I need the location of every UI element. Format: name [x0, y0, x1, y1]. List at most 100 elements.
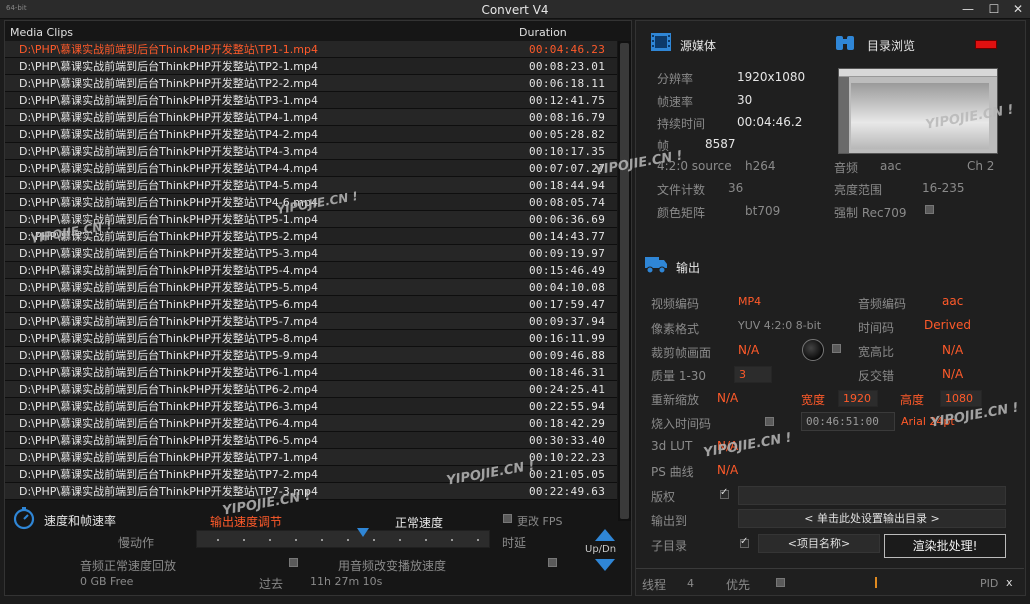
burn-timecode-field[interactable]: 00:46:51:00: [801, 412, 895, 431]
force-rec709-checkbox[interactable]: [925, 205, 934, 214]
lut-label: 3d LUT: [651, 439, 693, 453]
speed-slider-handle[interactable]: [357, 528, 369, 537]
slider-tick: [373, 539, 375, 541]
clip-duration: 00:08:16.79: [529, 111, 606, 124]
pid-close-button[interactable]: x: [1006, 576, 1013, 589]
clip-duration: 00:09:46.88: [529, 349, 606, 362]
clip-row[interactable]: D:\PHP\慕课实战前端到后台ThinkPHP开发整站\TP6-5.mp4 00…: [5, 432, 617, 449]
rescale-label: 重新缩放: [651, 393, 700, 407]
clip-row[interactable]: D:\PHP\慕课实战前端到后台ThinkPHP开发整站\TP5-3.mp4 00…: [5, 245, 617, 262]
output-video-codec[interactable]: MP4: [738, 295, 761, 308]
audio-pitch-label: 用音频改变播放速度: [338, 559, 447, 573]
output-directory-field[interactable]: < 单击此处设置输出目录 >: [738, 509, 1006, 528]
column-header-duration[interactable]: Duration: [519, 26, 567, 39]
clip-duration: 00:22:49.63: [529, 485, 606, 498]
clip-row[interactable]: D:\PHP\慕课实战前端到后台ThinkPHP开发整站\TP5-8.mp4 00…: [5, 330, 617, 347]
timecode-label: 时间码: [858, 321, 895, 335]
clip-list-scrollbar[interactable]: [618, 41, 631, 521]
fps-label: 帧速率: [657, 95, 694, 109]
clip-path: D:\PHP\慕课实战前端到后台ThinkPHP开发整站\TP3-1.mp4: [19, 94, 318, 107]
clip-row[interactable]: D:\PHP\慕课实战前端到后台ThinkPHP开发整站\TP5-4.mp4 00…: [5, 262, 617, 279]
minimize-button[interactable]: —: [958, 2, 978, 16]
clip-row[interactable]: D:\PHP\慕课实战前端到后台ThinkPHP开发整站\TP2-1.mp4 00…: [5, 58, 617, 75]
clip-row[interactable]: D:\PHP\慕课实战前端到后台ThinkPHP开发整站\TP4-3.mp4 00…: [5, 143, 617, 160]
aspect-ratio-value[interactable]: N/A: [942, 343, 963, 357]
clip-row[interactable]: D:\PHP\慕课实战前端到后台ThinkPHP开发整站\TP4-1.mp4 00…: [5, 109, 617, 126]
output-audio-codec[interactable]: aac: [942, 294, 963, 308]
clip-path: D:\PHP\慕课实战前端到后台ThinkPHP开发整站\TP4-4.mp4: [19, 162, 318, 175]
title-bar: 64-bit Convert V4 — ☐ ✕: [0, 0, 1030, 19]
change-fps-label: 更改 FPS: [517, 515, 563, 528]
priority-checkbox[interactable]: [776, 578, 785, 587]
subdirectory-checkbox[interactable]: [740, 536, 749, 548]
arrow-down-icon[interactable]: [594, 558, 616, 572]
pixel-format-label: 像素格式: [651, 322, 700, 336]
clip-row[interactable]: D:\PHP\慕课实战前端到后台ThinkPHP开发整站\TP4-2.mp4 00…: [5, 126, 617, 143]
audio-codec-value: aac: [880, 159, 902, 173]
output-to-label: 输出到: [651, 514, 688, 528]
clip-row[interactable]: D:\PHP\慕课实战前端到后台ThinkPHP开发整站\TP3-1.mp4 00…: [5, 92, 617, 109]
height-label: 高度: [900, 393, 925, 407]
clip-row[interactable]: D:\PHP\慕课实战前端到后台ThinkPHP开发整站\TP4-4.mp4 00…: [5, 160, 617, 177]
audio-pitch-checkbox[interactable]: [548, 558, 557, 567]
maximize-button[interactable]: ☐: [984, 2, 1004, 16]
clip-row[interactable]: D:\PHP\慕课实战前端到后台ThinkPHP开发整站\TP5-9.mp4 00…: [5, 347, 617, 364]
clip-row[interactable]: D:\PHP\慕课实战前端到后台ThinkPHP开发整站\TP7-3.mp4 00…: [5, 483, 617, 500]
clip-row[interactable]: D:\PHP\慕课实战前端到后台ThinkPHP开发整站\TP5-7.mp4 00…: [5, 313, 617, 330]
change-fps-checkbox[interactable]: [503, 514, 512, 523]
scrollbar-thumb[interactable]: [620, 43, 629, 519]
deinterlace-label: 反交错: [858, 369, 895, 383]
clip-row[interactable]: D:\PHP\慕课实战前端到后台ThinkPHP开发整站\TP5-6.mp4 00…: [5, 296, 617, 313]
stopwatch-icon: [13, 507, 35, 530]
crop-knob[interactable]: [802, 339, 824, 361]
file-count-label: 文件计数: [657, 183, 706, 197]
render-batch-button[interactable]: 渲染批处理!: [884, 534, 1006, 558]
clip-duration: 00:15:46.49: [529, 264, 606, 277]
truck-icon: [645, 257, 667, 274]
crop-checkbox[interactable]: [832, 344, 841, 353]
subdirectory-field[interactable]: <项目名称>: [758, 534, 880, 553]
close-button[interactable]: ✕: [1008, 2, 1028, 16]
deinterlace-value[interactable]: N/A: [942, 367, 963, 381]
rescale-value[interactable]: N/A: [717, 391, 738, 405]
audio-channels-value: Ch 2: [967, 159, 995, 173]
height-field[interactable]: 1080: [940, 390, 982, 407]
burn-timecode-checkbox[interactable]: [765, 417, 774, 426]
arrow-up-icon[interactable]: [594, 528, 616, 542]
audio-normal-speed-label: 音频正常速度回放: [80, 559, 177, 573]
priority-label: 优先: [726, 578, 751, 592]
clip-list[interactable]: D:\PHP\慕课实战前端到后台ThinkPHP开发整站\TP1-1.mp4 00…: [5, 41, 617, 521]
clip-row[interactable]: D:\PHP\慕课实战前端到后台ThinkPHP开发整站\TP1-1.mp4 00…: [5, 41, 617, 58]
copyright-label: 版权: [651, 490, 676, 504]
clip-row[interactable]: D:\PHP\慕课实战前端到后台ThinkPHP开发整站\TP5-5.mp4 00…: [5, 279, 617, 296]
speed-slider[interactable]: [196, 530, 490, 548]
copyright-checkbox[interactable]: [720, 487, 729, 499]
clip-row[interactable]: D:\PHP\慕课实战前端到后台ThinkPHP开发整站\TP4-5.mp4 00…: [5, 177, 617, 194]
threads-value[interactable]: 4: [687, 577, 694, 590]
audio-normal-speed-checkbox[interactable]: [289, 558, 298, 567]
clip-duration: 00:04:46.23: [529, 43, 606, 56]
clip-duration: 00:08:05.74: [529, 196, 606, 209]
speed-section-title: 速度和帧速率: [44, 514, 117, 528]
directory-browse-title[interactable]: 目录浏览: [867, 37, 915, 54]
clip-path: D:\PHP\慕课实战前端到后台ThinkPHP开发整站\TP4-6.mp4: [19, 196, 318, 209]
clip-row[interactable]: D:\PHP\慕课实战前端到后台ThinkPHP开发整站\TP6-1.mp4 00…: [5, 364, 617, 381]
column-header-media-clips[interactable]: Media Clips: [10, 26, 73, 39]
clip-row[interactable]: D:\PHP\慕课实战前端到后台ThinkPHP开发整站\TP6-3.mp4 00…: [5, 398, 617, 415]
copyright-field[interactable]: [738, 486, 1006, 505]
aspect-ratio-label: 宽高比: [858, 345, 895, 359]
pixel-format-value[interactable]: YUV 4:2:0 8-bit: [738, 319, 821, 332]
clip-path: D:\PHP\慕课实战前端到后台ThinkPHP开发整站\TP5-8.mp4: [19, 332, 318, 345]
clip-row[interactable]: D:\PHP\慕课实战前端到后台ThinkPHP开发整站\TP2-2.mp4 00…: [5, 75, 617, 92]
quality-field[interactable]: 3: [734, 366, 772, 383]
timecode-value[interactable]: Derived: [924, 318, 971, 332]
ps-curve-value[interactable]: N/A: [717, 463, 738, 477]
clip-row[interactable]: D:\PHP\慕课实战前端到后台ThinkPHP开发整站\TP6-2.mp4 00…: [5, 381, 617, 398]
up-down-control[interactable]: Up/Dn: [585, 528, 622, 576]
audio-codec-label: 音频编码: [858, 297, 907, 311]
clip-row[interactable]: D:\PHP\慕课实战前端到后台ThinkPHP开发整站\TP6-4.mp4 00…: [5, 415, 617, 432]
slider-tick: [217, 539, 219, 541]
crop-value[interactable]: N/A: [738, 343, 759, 357]
clip-duration: 00:12:41.75: [529, 94, 606, 107]
width-field[interactable]: 1920: [838, 390, 878, 407]
